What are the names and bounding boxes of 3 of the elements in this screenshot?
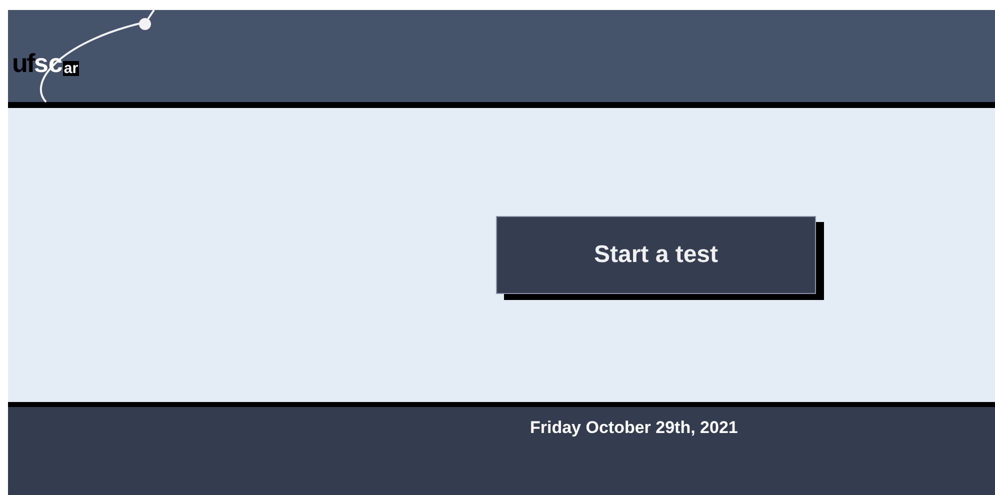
date-text: Friday October 29th, 2021 (530, 417, 738, 439)
logo-text: uf (12, 50, 34, 76)
logo-text: ar (62, 61, 80, 76)
